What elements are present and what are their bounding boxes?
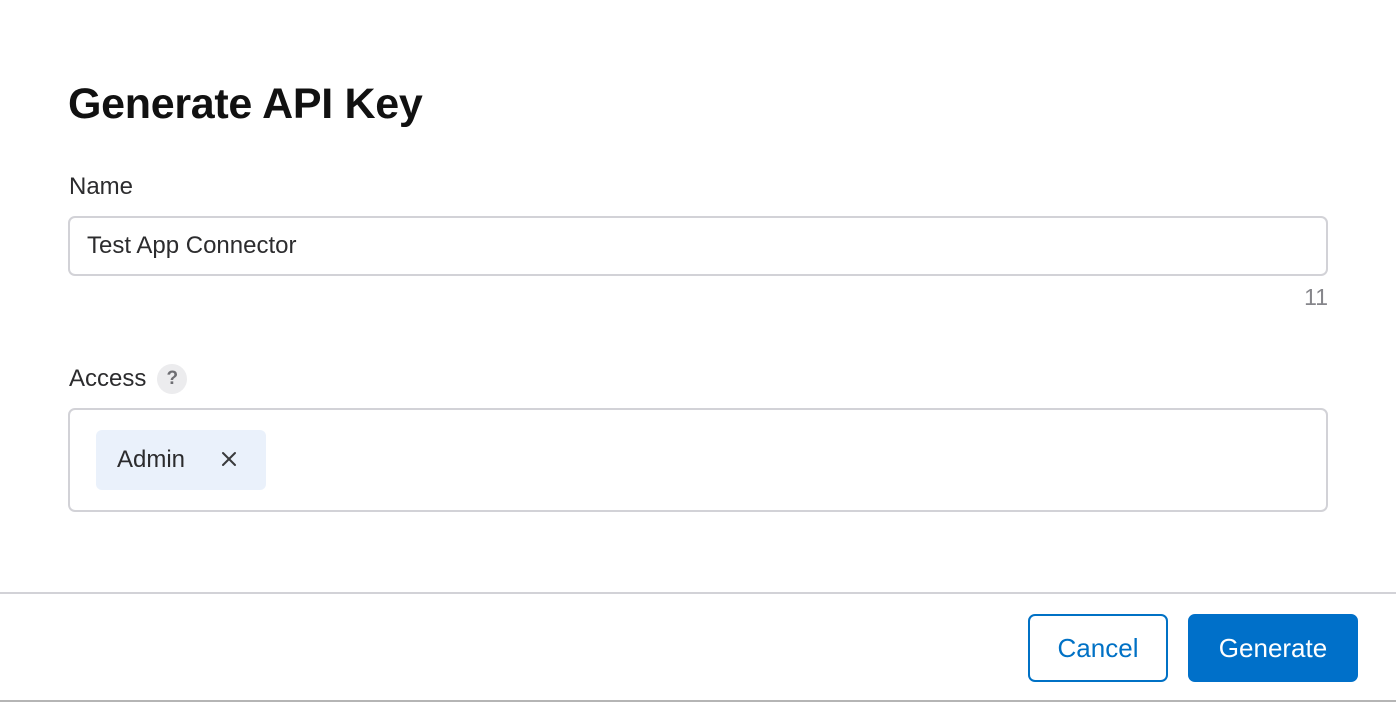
question-mark-icon[interactable]: ?	[157, 364, 188, 394]
dialog-title: Generate API Key	[68, 80, 423, 128]
close-icon[interactable]	[218, 448, 240, 470]
access-label-text: Access	[69, 365, 147, 392]
generate-button[interactable]: Generate	[1188, 614, 1358, 682]
name-field-label: Name	[69, 173, 134, 200]
access-token-input[interactable]: Admin	[68, 408, 1328, 512]
cancel-button[interactable]: Cancel	[1028, 614, 1168, 682]
footer-divider	[0, 592, 1396, 594]
access-chip-admin: Admin	[96, 430, 266, 490]
access-chip-label: Admin	[117, 446, 186, 473]
access-field-label: Access ?	[69, 364, 188, 394]
generate-api-key-dialog: Generate API Key Name 11 Access ? Admin …	[0, 0, 1396, 702]
name-input[interactable]	[68, 216, 1328, 276]
character-counter: 11	[1304, 284, 1328, 310]
